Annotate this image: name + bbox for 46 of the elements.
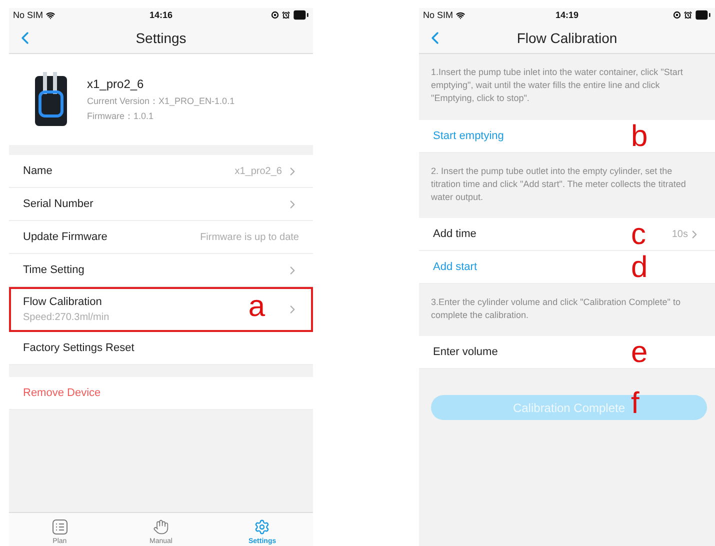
row-subtitle: Speed:270.3ml/min [23, 312, 110, 322]
firmware-text: Firmware：1.0.1 [87, 110, 155, 122]
annotation-letter: d [631, 253, 648, 283]
annotation-letter: a [248, 292, 265, 322]
alarm-icon [282, 11, 290, 19]
version-text: Current Version：X1_PRO_EN-1.0.1 [87, 94, 235, 108]
row-label: Serial Number [23, 198, 94, 210]
device-name: x1_pro2_6 [87, 76, 145, 90]
field-row[interactable]: Add time c 10s [419, 218, 715, 251]
rotation-lock-icon [271, 11, 280, 19]
status-time: 14:19 [554, 10, 580, 20]
carrier-label: No SIM [423, 10, 454, 20]
wifi-icon [46, 10, 56, 20]
screen-title: Flow Calibration [516, 30, 618, 46]
rotation-lock-icon [673, 11, 681, 19]
input-field[interactable]: Enter volume e [419, 336, 715, 369]
hand-icon [152, 519, 169, 535]
row-value: 10s [672, 228, 688, 240]
settings-row[interactable]: Name x1_pro2_6 [9, 155, 313, 188]
alarm-icon [684, 11, 692, 19]
row-value: Firmware is up to date [200, 232, 299, 242]
row-label: Name [23, 165, 52, 177]
settings-row[interactable]: Update Firmware Firmware is up to date [9, 221, 313, 254]
settings-row[interactable]: Flow Calibration Speed:270.3ml/min a [9, 287, 313, 332]
settings-row[interactable]: Time Setting [9, 254, 313, 287]
row-label: Flow Calibration [23, 296, 102, 308]
carrier-label: No SIM [13, 10, 44, 20]
status-time: 14:16 [148, 10, 174, 20]
settings-row[interactable]: Factory Settings Reset [9, 332, 313, 365]
row-label: Update Firmware [23, 231, 108, 243]
instruction-text: 1.Insert the pump tube inlet into the water container, click "Start emptying", wait until the water fills the entire line and click "Emptying, click to stop". [430, 66, 684, 105]
settings-icon [254, 519, 270, 535]
instruction-text: 3.Enter the cylinder volume and click "Calibration Complete" to complete the calibration. [430, 296, 682, 322]
annotation-letter: e [631, 338, 648, 368]
row-label: Add time [433, 228, 476, 240]
row-label: Time Setting [23, 264, 84, 276]
annotation-letter: b [631, 122, 648, 152]
list-icon [52, 519, 68, 535]
instruction-text: 2. Insert the pump tube outlet into the empty cylinder, set the titration time and click "Add start". The meter collects the titrated water output. [430, 165, 687, 204]
row-value: x1_pro2_6 [234, 166, 282, 176]
screen-title: Settings [136, 30, 186, 46]
annotation-letter: c [631, 220, 646, 250]
wifi-icon [456, 10, 466, 20]
row-label: Factory Settings Reset [23, 342, 134, 354]
settings-row[interactable]: Serial Number [9, 188, 313, 221]
pump-drawing [33, 72, 69, 128]
